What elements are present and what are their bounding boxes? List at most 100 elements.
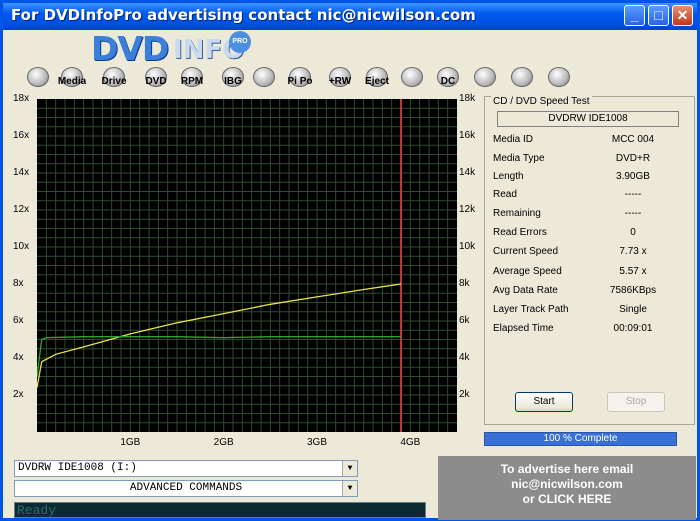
info-value: -----: [624, 208, 642, 219]
info-value: 7586KBps: [609, 285, 657, 296]
stop-button[interactable]: Stop: [607, 392, 665, 412]
maximize-icon: □: [654, 7, 663, 23]
speed-graph: 2x 2k 4x 4k 6x 6k 8x 8k 10x 10k 12x 12k 14x 14k 16x 16k…: [6, 93, 481, 452]
info-key: Layer Track Path: [493, 304, 569, 315]
info-value: Single: [619, 304, 647, 315]
y-tick-right: 12k: [459, 204, 476, 215]
series-line-1: [36, 336, 401, 377]
logo-dvd: DVD: [91, 29, 169, 68]
x-tick-label: 2GB: [213, 437, 234, 448]
toolbar-label: Eject: [365, 76, 389, 87]
y-tick-left: 14x: [13, 167, 30, 178]
info-key: Average Speed: [493, 266, 562, 277]
clipboard-icon: [474, 67, 496, 87]
y-tick-left: 12x: [13, 204, 30, 215]
toolbar-button-magnifier[interactable]: [251, 67, 277, 93]
tools-icon: [401, 67, 423, 87]
info-key: Read: [493, 189, 517, 200]
info-key: Length: [493, 171, 524, 182]
y-tick-left: 18x: [13, 93, 30, 104]
close-icon: ✕: [676, 7, 689, 23]
ad-line-2: nic@nicwilson.com: [511, 477, 623, 491]
info-row: Average Speed 5.57 x: [493, 266, 683, 280]
chevron-down-icon[interactable]: ▼: [342, 481, 357, 496]
dvdinfopro-logo: DVD INFO PRO: [91, 29, 261, 68]
info-row: Layer Track Path Single: [493, 304, 683, 318]
title-bar[interactable]: For DVDInfoPro advertising contact nic@n…: [3, 3, 697, 30]
monitor-icon: [27, 67, 49, 87]
toolbar-button-eject[interactable]: Eject: [364, 67, 390, 93]
toolbar-button-dvd[interactable]: DVD: [143, 67, 169, 93]
y-tick-right: 16k: [459, 130, 476, 141]
info-row: Avg Data Rate 7586KBps: [493, 285, 683, 299]
drive-select-value: DVDRW IDE1008 (I:): [18, 462, 137, 474]
toolbar-button-rpm[interactable]: RPM: [179, 67, 205, 93]
x-tick-label: 4GB: [400, 437, 421, 448]
info-row: Read Errors 0: [493, 227, 683, 241]
info-key: Elapsed Time: [493, 323, 554, 334]
maximize-button[interactable]: □: [648, 5, 669, 26]
toolbar-button-media[interactable]: Media: [58, 67, 86, 93]
advertising-banner[interactable]: To advertise here email nic@nicwilson.co…: [438, 456, 696, 520]
toolbar-label: DC: [440, 76, 456, 87]
info-value: 0: [630, 227, 636, 238]
progress-bar: 100 % Complete: [484, 432, 677, 446]
y-tick-left: 8x: [13, 278, 24, 289]
toolbar-button--rw[interactable]: +RW: [327, 67, 353, 93]
x-tick-label: 3GB: [307, 437, 328, 448]
ad-line-1: To advertise here email: [500, 462, 634, 476]
y-tick-right: 2k: [459, 389, 470, 400]
toolbar-button-monitor[interactable]: [25, 67, 51, 93]
toolbar-button-dc[interactable]: DC: [435, 67, 461, 93]
start-button[interactable]: Start: [515, 392, 573, 412]
info-value: DVD+R: [615, 153, 651, 164]
toolbar-button-notepad[interactable]: [546, 67, 572, 93]
toolbar-label: IBG: [224, 76, 242, 87]
info-row: Media ID MCC 004: [493, 134, 683, 148]
y-tick-right: 14k: [459, 167, 476, 178]
info-value: 3.90GB: [616, 171, 650, 182]
app-window: For DVDInfoPro advertising contact nic@n…: [0, 0, 700, 521]
y-tick-right: 6k: [459, 315, 470, 326]
toolbar-button-pi-po[interactable]: Pi Po: [287, 67, 313, 93]
magnifier-icon: [253, 67, 275, 87]
toolbar-button-clipboard[interactable]: [472, 67, 498, 93]
y-tick-right: 10k: [459, 241, 476, 252]
panel-title: CD / DVD Speed Test: [491, 96, 592, 107]
y-tick-right: 8k: [459, 278, 470, 289]
y-tick-left: 10x: [13, 241, 30, 252]
info-key: Media Type: [493, 153, 545, 164]
y-tick-left: 16x: [13, 130, 30, 141]
minimize-button[interactable]: _: [624, 5, 645, 26]
x-tick-label: 1GB: [120, 437, 141, 448]
series-line-0: [36, 283, 402, 388]
toolbar-label: Media: [57, 76, 87, 87]
info-row: Elapsed Time 00:09:01: [493, 323, 683, 337]
status-text: Ready: [17, 503, 57, 518]
info-row: Remaining -----: [493, 208, 683, 222]
toolbar-button-drive[interactable]: Drive: [101, 67, 127, 93]
y-tick-right: 4k: [459, 352, 470, 363]
toolbar-label: Pi Po: [287, 76, 313, 87]
info-key: Read Errors: [493, 227, 547, 238]
info-row: Current Speed 7.73 x: [493, 246, 683, 260]
y-tick-left: 6x: [13, 315, 24, 326]
info-value: -----: [624, 189, 642, 200]
speed-test-panel: CD / DVD Speed Test DVDRW IDE1008 Media …: [484, 96, 695, 425]
toolbar-button-camera[interactable]: [509, 67, 535, 93]
window-title: For DVDInfoPro advertising contact nic@n…: [11, 6, 476, 24]
toolbar-button-ibg[interactable]: IBG: [220, 67, 246, 93]
chevron-down-icon[interactable]: ▼: [342, 461, 357, 476]
toolbar-button-tools[interactable]: [399, 67, 425, 93]
info-value: 00:09:01: [613, 323, 653, 334]
commands-select-value: ADVANCED COMMANDS: [129, 482, 243, 494]
ad-line-3: or CLICK HERE: [522, 492, 612, 506]
advanced-commands-select[interactable]: ADVANCED COMMANDS ▼: [14, 480, 358, 497]
info-key: Media ID: [493, 134, 534, 145]
drive-select[interactable]: DVDRW IDE1008 (I:) ▼: [14, 460, 358, 477]
close-button[interactable]: ✕: [672, 5, 693, 26]
notepad-icon: [548, 67, 570, 87]
info-row: Media Type DVD+R: [493, 153, 683, 167]
logo-pro: PRO: [229, 31, 251, 53]
info-row: Read -----: [493, 189, 683, 203]
